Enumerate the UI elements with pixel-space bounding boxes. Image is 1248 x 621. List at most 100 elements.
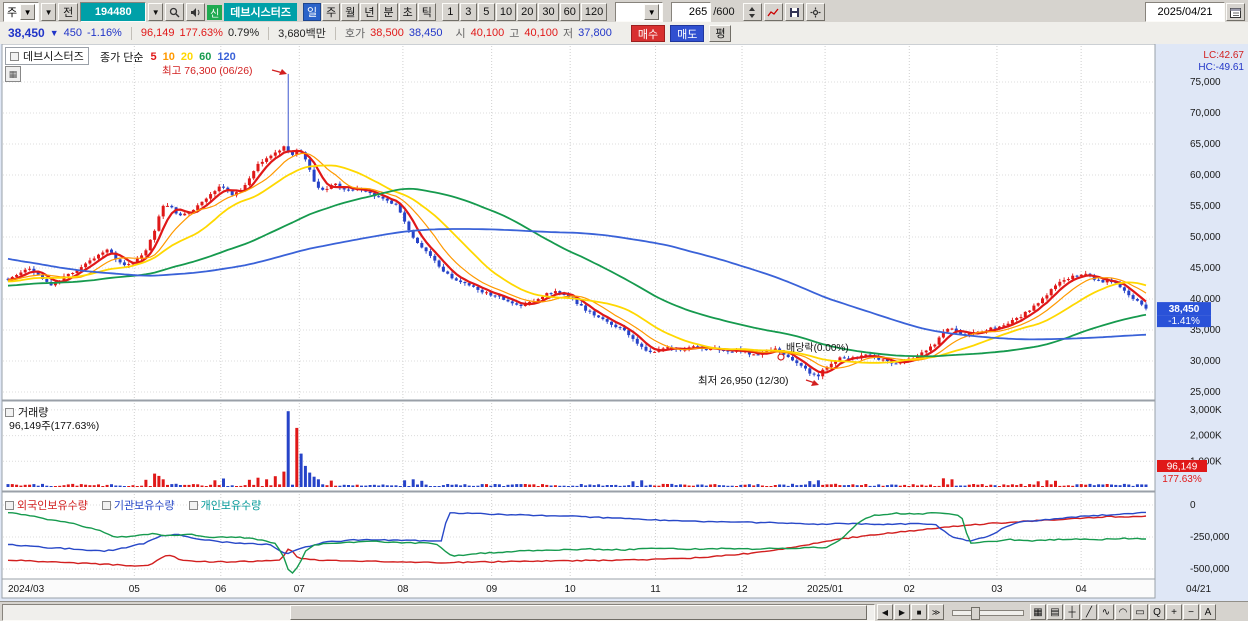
period-button-week[interactable]: 주 xyxy=(322,3,341,21)
scrollbar-thumb[interactable] xyxy=(290,605,868,620)
trendline-icon[interactable]: ╱ xyxy=(1081,604,1097,620)
period-button-year[interactable]: 년 xyxy=(360,3,379,21)
interval-button-3[interactable]: 3 xyxy=(459,3,477,21)
period-button-minute[interactable]: 분 xyxy=(379,3,398,21)
stock-chart[interactable]: 2024/03 05 06 07 08 09 10 11 12 2025/01 02 03 04 04/2… xyxy=(0,44,1248,601)
low-label: 저 xyxy=(563,28,574,40)
calendar-icon[interactable] xyxy=(1226,3,1245,21)
prev-stock-button[interactable]: 전 xyxy=(58,3,79,21)
settings-gear-icon[interactable] xyxy=(805,3,825,21)
scroll-end-button[interactable]: ≫ xyxy=(928,604,944,620)
interval-button-30[interactable]: 30 xyxy=(538,3,559,21)
svg-text:3,000K: 3,000K xyxy=(1190,405,1222,416)
chevron-down-icon[interactable]: ▼ xyxy=(644,4,660,20)
svg-text:09: 09 xyxy=(486,584,498,595)
current-price: 38,450 xyxy=(8,26,45,40)
turnover-pct: 0.79% xyxy=(227,27,260,39)
chart-region: 2024/03 05 06 07 08 09 10 11 12 2025/01 02 03 04 04/2… xyxy=(0,44,1248,601)
stock-name: 데브시스터즈 xyxy=(224,3,297,21)
zoom-icon[interactable]: Q xyxy=(1149,604,1165,620)
speaker-icon[interactable] xyxy=(186,3,206,21)
chart-type-combo[interactable]: ▼ xyxy=(615,2,664,22)
code-dropdown-icon[interactable]: ▼ xyxy=(148,3,164,21)
svg-text:-500,000: -500,000 xyxy=(1190,564,1230,575)
period-button-tick[interactable]: 틱 xyxy=(417,3,436,21)
price-panel-legend[interactable]: 데브시스터즈 xyxy=(5,47,89,65)
rect-tool-icon[interactable]: ▭ xyxy=(1132,604,1148,620)
zoom-out-icon[interactable]: − xyxy=(1183,604,1199,620)
svg-text:2025/01: 2025/01 xyxy=(807,584,844,595)
svg-text:45,000: 45,000 xyxy=(1190,263,1221,274)
interval-button-120[interactable]: 120 xyxy=(580,3,608,21)
svg-text:12: 12 xyxy=(736,584,748,595)
bottom-toolbar: ◀ ▶ ■ ≫ ▦ ▤ ┼ ╱ ∿ ◠ ▭ Q + − A xyxy=(0,601,1248,621)
high-price: 40,100 xyxy=(524,27,559,39)
svg-text:50,000: 50,000 xyxy=(1190,232,1221,243)
stop-button[interactable]: ■ xyxy=(911,604,927,620)
search-icon[interactable] xyxy=(165,3,185,21)
chart-style-icon[interactable] xyxy=(763,3,783,21)
interval-button-1[interactable]: 1 xyxy=(441,3,459,21)
interval-button-60[interactable]: 60 xyxy=(559,3,580,21)
arc-tool-icon[interactable]: ◠ xyxy=(1115,604,1131,620)
buy-button[interactable]: 매수 xyxy=(630,24,666,42)
svg-text:06: 06 xyxy=(215,584,227,595)
period-button-day[interactable]: 일 xyxy=(302,3,322,21)
panel-layout-icon[interactable]: ▤ xyxy=(1047,604,1063,620)
period-button-group: 일주월년분초틱 xyxy=(302,3,436,21)
chevron-down-icon[interactable]: ▼ xyxy=(20,4,36,20)
slider-handle[interactable] xyxy=(971,607,980,620)
sort-updown-icon[interactable] xyxy=(742,3,762,21)
svg-text:-1.41%: -1.41% xyxy=(1168,316,1200,327)
mini-dropdown-button[interactable]: ▼ xyxy=(41,3,57,21)
svg-text:55,000: 55,000 xyxy=(1190,201,1221,212)
bid-price: 38,450 xyxy=(408,27,443,39)
svg-text:10: 10 xyxy=(565,584,577,595)
period-button-month[interactable]: 월 xyxy=(341,3,360,21)
volume-value: 96,149 xyxy=(140,27,175,39)
save-icon[interactable] xyxy=(784,3,804,21)
period-button-second[interactable]: 초 xyxy=(398,3,417,21)
interval-button-20[interactable]: 20 xyxy=(517,3,538,21)
sell-button[interactable]: 매도 xyxy=(670,24,705,42)
bar-width-slider[interactable] xyxy=(952,607,1024,620)
date-input[interactable]: 2025/04/21 xyxy=(1145,2,1225,22)
divider xyxy=(268,26,270,40)
crosshair-icon[interactable]: ┼ xyxy=(1064,604,1080,620)
svg-text:2,000K: 2,000K xyxy=(1190,431,1222,442)
grid-tool-icon[interactable]: ▦ xyxy=(1030,604,1046,620)
scroll-left-button[interactable]: ◀ xyxy=(877,604,893,620)
trade-amount: 3,680백만 xyxy=(278,28,326,40)
divider xyxy=(130,26,132,40)
wave-tool-icon[interactable]: ∿ xyxy=(1098,604,1114,620)
divider xyxy=(334,26,336,40)
horizontal-scrollbar[interactable] xyxy=(2,604,875,621)
svg-text:11: 11 xyxy=(650,584,661,595)
legend-square-icon xyxy=(10,51,19,61)
chart-nav-buttons: ◀ ▶ ■ ≫ xyxy=(877,604,944,620)
panel-tool-icon[interactable]: ▦ xyxy=(5,66,21,82)
svg-text:-250,000: -250,000 xyxy=(1190,532,1230,543)
svg-text:60,000: 60,000 xyxy=(1190,170,1221,181)
auto-scale-icon[interactable]: A xyxy=(1200,604,1216,620)
svg-text:96,149: 96,149 xyxy=(1167,462,1198,473)
price-change-pct: -1.16% xyxy=(86,27,122,39)
open-label: 시 xyxy=(455,28,466,40)
ask-price: 38,500 xyxy=(370,27,404,39)
svg-text:08: 08 xyxy=(397,584,409,595)
low-price: 37,800 xyxy=(578,27,612,39)
average-button[interactable]: 평 xyxy=(709,24,732,42)
volume-change-pct: 177.63% xyxy=(179,27,223,39)
svg-text:03: 03 xyxy=(991,584,1003,595)
svg-text:25,000: 25,000 xyxy=(1190,387,1221,398)
interval-button-10[interactable]: 10 xyxy=(495,3,517,21)
interval-button-5[interactable]: 5 xyxy=(477,3,495,21)
scroll-right-button[interactable]: ▶ xyxy=(894,604,910,620)
chart-tool-icons: ▦ ▤ ┼ ╱ ∿ ◠ ▭ Q + − A xyxy=(1030,604,1216,620)
new-listing-badge: 신 xyxy=(207,4,223,20)
svg-text:30,000: 30,000 xyxy=(1190,356,1221,367)
zoom-in-icon[interactable]: + xyxy=(1166,604,1182,620)
chart-period-combo[interactable]: 주 ▼ xyxy=(3,2,40,22)
stock-code-input[interactable]: 194480 xyxy=(80,2,147,22)
candle-count-input[interactable]: 265 xyxy=(671,2,712,22)
